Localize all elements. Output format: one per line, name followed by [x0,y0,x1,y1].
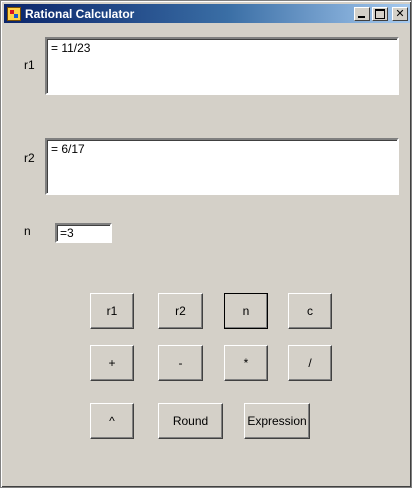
power-button[interactable]: ^ [90,403,134,439]
main-window: Rational Calculator ✕ r1 = 11/23 r2 = 6/… [0,0,412,488]
r2-button[interactable]: r2 [158,293,203,329]
n-label: n [24,224,31,238]
n-button[interactable]: n [224,293,268,329]
multiply-button[interactable]: * [224,345,268,381]
add-button[interactable]: + [90,345,134,381]
r1-button[interactable]: r1 [90,293,134,329]
c-button[interactable]: c [288,293,332,329]
r1-textbox[interactable]: = 11/23 [45,37,399,95]
r2-textbox[interactable]: = 6/17 [45,138,399,195]
round-button[interactable]: Round [158,403,223,439]
n-input[interactable]: =3 [55,223,112,243]
expression-button[interactable]: Expression [244,403,310,439]
close-button[interactable]: ✕ [392,6,408,21]
divide-button[interactable]: / [288,345,332,381]
title-bar[interactable]: Rational Calculator ✕ [4,4,410,23]
window-title: Rational Calculator [25,6,135,21]
minimize-button[interactable] [354,6,370,21]
maximize-button[interactable] [372,6,388,21]
r2-label: r2 [24,151,35,165]
r1-label: r1 [24,58,35,72]
subtract-button[interactable]: - [158,345,203,381]
app-icon[interactable] [7,6,21,21]
